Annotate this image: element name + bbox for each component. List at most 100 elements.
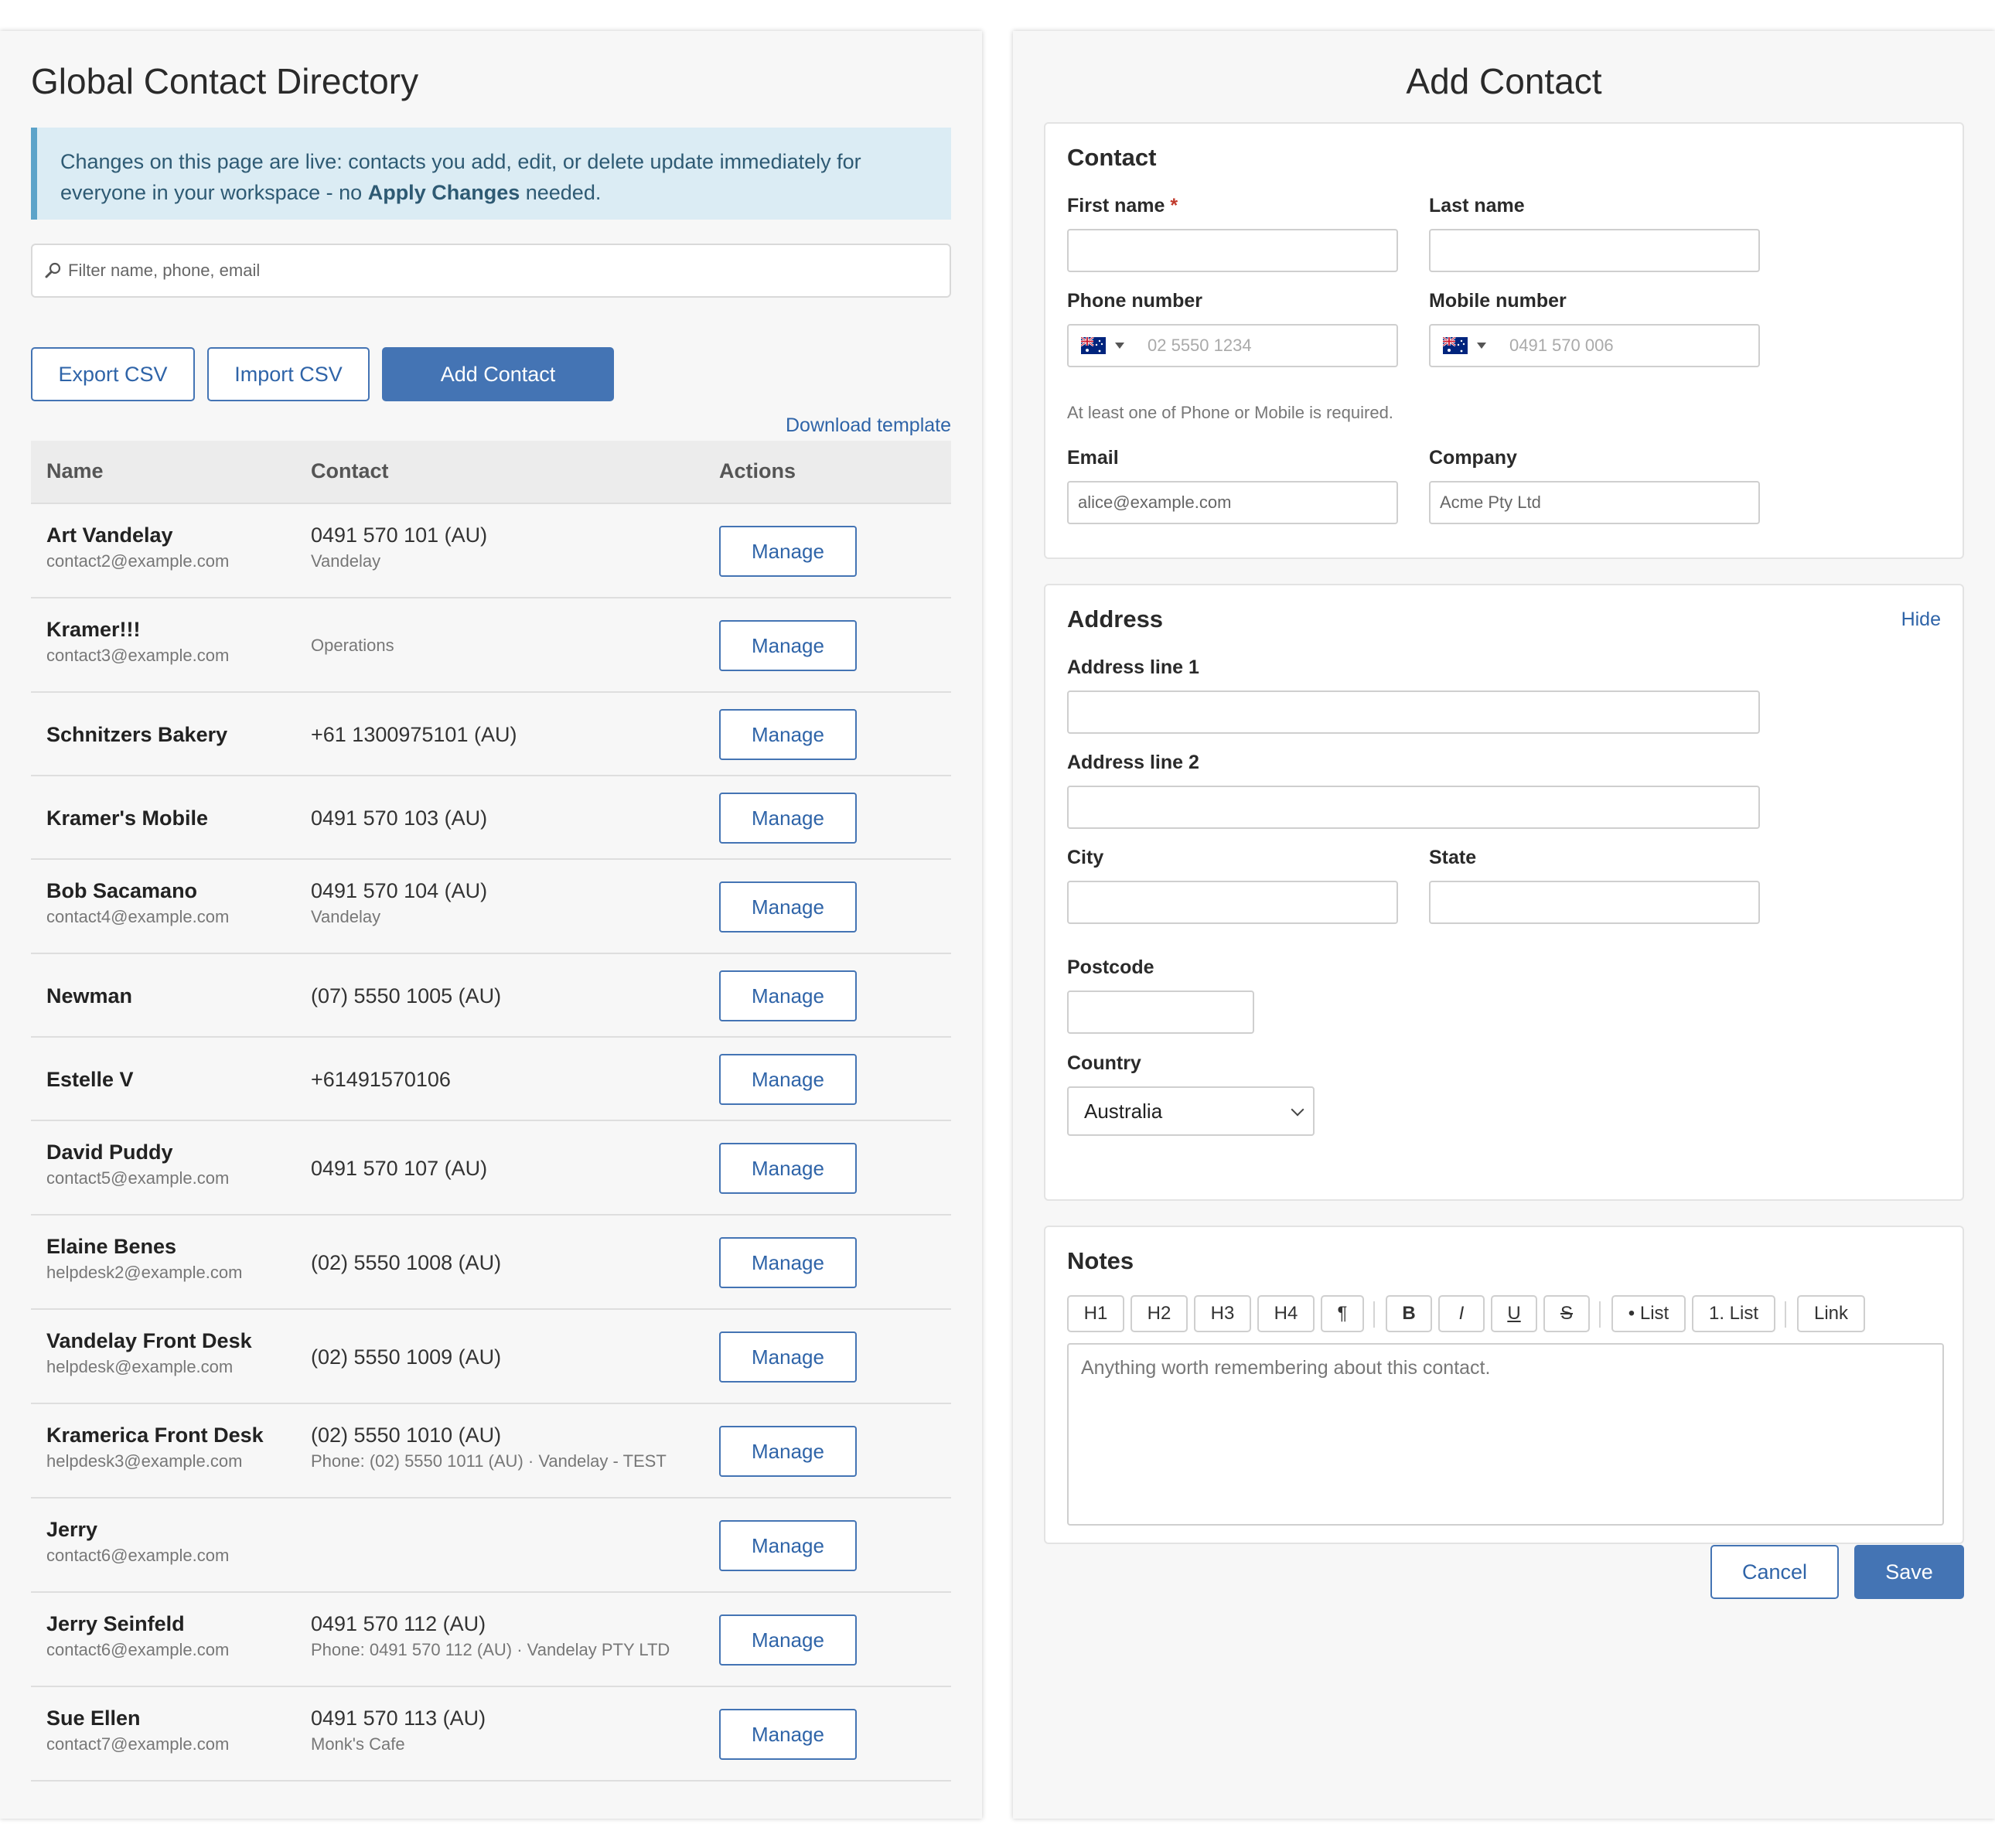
contact-phone: +61491570106 (311, 1068, 451, 1091)
contact-detail: Operations (311, 636, 394, 655)
contact-name: Elaine Benes (46, 1235, 177, 1258)
country-select[interactable]: Australia (1067, 1086, 1315, 1136)
search-box (31, 244, 951, 298)
address-line-2-label: Address line 2 (1067, 752, 1199, 773)
contact-info-cell: 0491 570 101 (AU) Vandelay (311, 521, 487, 574)
state-field[interactable] (1429, 881, 1760, 924)
download-template-link[interactable]: Download template (786, 414, 951, 437)
postcode-label: Postcode (1067, 956, 1154, 978)
city-field[interactable] (1067, 881, 1398, 924)
contact-name-cell: Schnitzers Bakery (46, 721, 227, 748)
contact-phone: (02) 5550 1010 (AU) (311, 1424, 502, 1447)
hide-address-link[interactable]: Hide (1901, 609, 1941, 631)
contact-email: contact6@example.com (46, 1546, 230, 1565)
contact-phone: 0491 570 104 (AU) (311, 879, 488, 902)
phone-number-field[interactable] (1146, 335, 1396, 356)
add-contact-button[interactable]: Add Contact (382, 347, 614, 401)
contact-info-cell: 0491 570 107 (AU) (311, 1154, 487, 1182)
phone-required-hint: At least one of Phone or Mobile is requi… (1067, 403, 1393, 422)
contact-name-cell: Sue Ellen contact7@example.com (46, 1704, 229, 1757)
address-line-1-field[interactable] (1067, 690, 1760, 734)
search-input[interactable] (66, 260, 950, 281)
contact-email: contact2@example.com (46, 551, 230, 571)
manage-button[interactable]: Manage (719, 1709, 857, 1760)
contact-info-cell: 0491 570 103 (AU) (311, 804, 487, 832)
contact-detail: Phone: (02) 5550 1011 (AU) · Vandelay - … (311, 1451, 667, 1471)
contact-name: Art Vandelay (46, 523, 173, 547)
email-field[interactable] (1067, 481, 1398, 524)
address-line-2-field[interactable] (1067, 786, 1760, 829)
manage-button[interactable]: Manage (719, 1614, 857, 1666)
contact-info-cell: 0491 570 112 (AU) Phone: 0491 570 112 (AU… (311, 1610, 670, 1662)
heading-1-button[interactable]: H1 (1067, 1295, 1124, 1332)
save-button[interactable]: Save (1854, 1545, 1964, 1599)
numbered-list-button[interactable]: 1. List (1692, 1295, 1775, 1332)
bullet-list-button[interactable]: • List (1611, 1295, 1686, 1332)
mobile-country-selector[interactable] (1443, 326, 1502, 366)
table-row: Kramer!!! contact3@example.com Operations M… (31, 598, 951, 693)
manage-button[interactable]: Manage (719, 881, 857, 933)
contact-email: contact7@example.com (46, 1734, 230, 1754)
contact-info-cell: 0491 570 113 (AU) Monk's Cafe (311, 1704, 486, 1757)
contact-name-cell: Jerry contact6@example.com (46, 1516, 229, 1568)
column-header-name: Name (46, 459, 104, 482)
chevron-down-icon (1115, 343, 1124, 349)
company-field[interactable] (1429, 481, 1760, 524)
country-select-value: Australia (1084, 1099, 1163, 1123)
live-changes-banner: Changes on this page are live: contacts … (31, 128, 951, 220)
address-section-title: Address (1067, 605, 1164, 632)
manage-button[interactable]: Manage (719, 1143, 857, 1194)
manage-button[interactable]: Manage (719, 1054, 857, 1105)
contact-email: contact6@example.com (46, 1640, 230, 1659)
manage-button[interactable]: Manage (719, 1237, 857, 1288)
contact-email: helpdesk@example.com (46, 1357, 234, 1376)
paragraph-button[interactable]: ¶ (1321, 1295, 1364, 1332)
manage-button[interactable]: Manage (719, 709, 857, 760)
column-header-contact: Contact (311, 459, 389, 482)
first-name-field[interactable] (1067, 229, 1398, 272)
link-button[interactable]: Link (1797, 1295, 1865, 1332)
australia-flag-icon (1081, 337, 1106, 354)
export-csv-button[interactable]: Export CSV (31, 347, 195, 401)
mobile-number-field[interactable] (1508, 335, 1758, 356)
import-csv-button[interactable]: Import CSV (207, 347, 370, 401)
contact-name: Newman (46, 984, 133, 1008)
manage-button[interactable]: Manage (719, 793, 857, 844)
phone-number-group (1067, 324, 1398, 367)
manage-button[interactable]: Manage (719, 526, 857, 577)
contact-email: contact3@example.com (46, 646, 230, 665)
table-row: Kramerica Front Desk helpdesk3@example.co… (31, 1404, 951, 1499)
manage-button[interactable]: Manage (719, 1331, 857, 1383)
italic-button[interactable]: I (1438, 1295, 1485, 1332)
phone-country-selector[interactable] (1081, 326, 1140, 366)
underline-button[interactable]: U (1491, 1295, 1537, 1332)
manage-button[interactable]: Manage (719, 970, 857, 1021)
contact-info-cell: +61 1300975101 (AU) (311, 721, 517, 748)
company-label: Company (1429, 447, 1517, 469)
contact-name-cell: Kramerica Front Desk helpdesk3@example.co… (46, 1421, 264, 1474)
manage-button[interactable]: Manage (719, 620, 857, 671)
toolbar-divider (1785, 1301, 1786, 1328)
heading-3-button[interactable]: H3 (1194, 1295, 1251, 1332)
heading-4-button[interactable]: H4 (1257, 1295, 1315, 1332)
postcode-field[interactable] (1067, 990, 1254, 1034)
manage-button[interactable]: Manage (719, 1520, 857, 1571)
add-contact-panel: Add Contact Contact First name * Last na… (1013, 31, 1995, 1819)
contact-info-cell: (02) 5550 1009 (AU) (311, 1343, 501, 1371)
strikethrough-button[interactable]: S (1543, 1295, 1590, 1332)
contact-name: David Puddy (46, 1141, 173, 1164)
toolbar-divider (1599, 1301, 1601, 1328)
contact-name-cell: Kramer's Mobile (46, 804, 208, 832)
banner-text-end: needed. (520, 181, 602, 204)
contact-name: Schnitzers Bakery (46, 723, 228, 746)
cancel-button[interactable]: Cancel (1710, 1545, 1839, 1599)
manage-button[interactable]: Manage (719, 1426, 857, 1477)
contact-name: Sue Ellen (46, 1707, 141, 1730)
last-name-field[interactable] (1429, 229, 1760, 272)
bold-button[interactable]: B (1386, 1295, 1432, 1332)
notes-editor[interactable] (1067, 1343, 1944, 1526)
contact-name: Jerry Seinfeld (46, 1612, 185, 1635)
city-label: City (1067, 847, 1104, 868)
heading-2-button[interactable]: H2 (1130, 1295, 1188, 1332)
contact-detail: Vandelay (311, 907, 381, 926)
